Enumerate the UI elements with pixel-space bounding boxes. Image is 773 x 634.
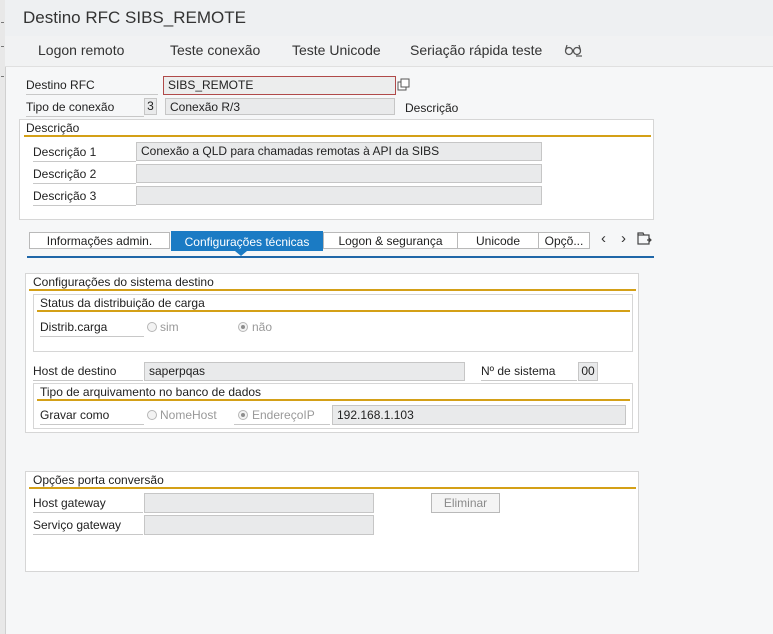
group-title-underline — [37, 310, 630, 312]
copy-icon[interactable] — [397, 78, 411, 92]
distrib-carga-label: Distrib.carga — [40, 320, 144, 337]
seriacao-rapida-button[interactable]: Seriação rápida teste — [410, 42, 542, 58]
host-destino-label: Host de destino — [33, 364, 143, 381]
radio-nao-label: não — [252, 320, 273, 334]
servico-gateway-field[interactable] — [144, 515, 374, 535]
gravar-como-label: Gravar como — [40, 408, 144, 425]
descricao-2-label: Descrição 2 — [33, 167, 136, 184]
arquivamento-group-title: Tipo de arquivamento no banco de dados — [40, 385, 262, 399]
descricao-3-label: Descrição 3 — [33, 189, 136, 206]
radio-nomehost-label: NomeHost — [160, 408, 217, 422]
tab-next-arrow[interactable]: › — [621, 230, 626, 247]
tab-logon-seguranca[interactable]: Logon & segurança — [323, 232, 458, 249]
descricao-1-field[interactable]: Conexão a QLD para chamadas remotas à AP… — [136, 142, 542, 161]
eliminar-button[interactable]: Eliminar — [431, 493, 500, 513]
tab-opcoes[interactable]: Opçõ... — [538, 232, 590, 249]
group-title-underline — [29, 487, 636, 489]
group-title-underline — [37, 399, 630, 401]
logon-remoto-button[interactable]: Logon remoto — [38, 42, 124, 58]
tipo-conexao-desc: Conexão R/3 — [165, 98, 395, 115]
teste-unicode-button[interactable]: Teste Unicode — [292, 42, 381, 58]
teste-conexao-button[interactable]: Teste conexão — [170, 42, 260, 58]
host-gateway-label: Host gateway — [33, 496, 143, 513]
destino-rfc-field[interactable]: SIBS_REMOTE — [163, 76, 396, 95]
descricao-header-label: Descrição — [405, 101, 459, 115]
tipo-conexao-label: Tipo de conexão — [26, 100, 144, 117]
glasses-icon[interactable] — [564, 42, 584, 58]
window-title: Destino RFC SIBS_REMOTE — [23, 8, 246, 27]
group-title-underline — [29, 289, 636, 291]
radio-sim[interactable] — [147, 322, 157, 332]
tab-informacoes-admin[interactable]: Informações admin. — [29, 232, 170, 249]
numero-sistema-field[interactable]: 00 — [578, 362, 598, 381]
tipo-conexao-code[interactable]: 3 — [144, 98, 157, 115]
radio-nao[interactable] — [238, 322, 248, 332]
servico-gateway-label: Serviço gateway — [33, 518, 143, 535]
carga-group-title: Status da distribuição de carga — [40, 296, 205, 310]
group-title-underline — [24, 135, 651, 137]
descricao-1-label: Descrição 1 — [33, 145, 136, 162]
radio-sim-label: sim — [160, 320, 179, 334]
config-sistema-title: Configurações do sistema destino — [33, 275, 214, 289]
radio-nomehost[interactable] — [147, 410, 157, 420]
descricao-group-title: Descrição — [26, 121, 80, 135]
host-gateway-field[interactable] — [144, 493, 374, 513]
descricao-3-field[interactable] — [136, 186, 542, 205]
destino-rfc-label: Destino RFC — [26, 78, 158, 95]
strip-mark — [1, 22, 4, 23]
strip-mark — [1, 46, 4, 47]
tab-unicode[interactable]: Unicode — [457, 232, 539, 249]
opcoes-porta-title: Opções porta conversão — [33, 473, 164, 487]
descricao-2-field[interactable] — [136, 164, 542, 183]
left-edge-strip — [0, 0, 6, 634]
tab-list-icon[interactable] — [637, 232, 652, 246]
host-destino-field[interactable]: saperpqas — [144, 362, 465, 381]
ip-address-field[interactable]: 192.168.1.103 — [332, 405, 626, 425]
strip-mark — [1, 76, 4, 77]
numero-sistema-label: Nº de sistema — [481, 364, 577, 381]
enderecoip-underline — [234, 424, 330, 425]
tab-prev-arrow[interactable]: ‹ — [601, 230, 606, 247]
tab-configuracoes-tecnicas[interactable]: Configurações técnicas — [171, 231, 323, 251]
radio-enderecoip-label: EndereçoIP — [252, 408, 315, 422]
radio-enderecoip[interactable] — [238, 410, 248, 420]
